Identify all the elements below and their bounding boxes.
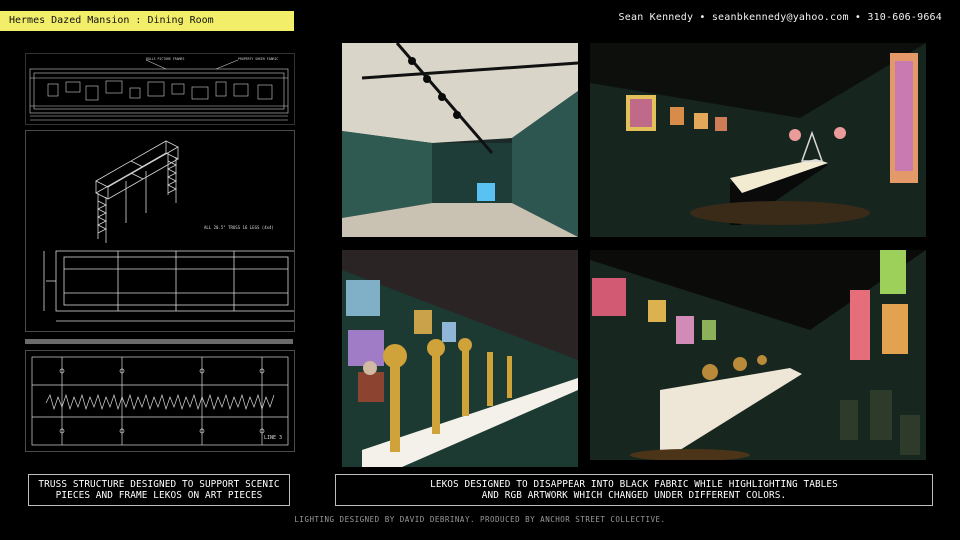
drawing-truss-structure: ALL 20.5" TRUSS 16 LEGS (4x4) <box>25 130 295 332</box>
caption-lekos-line-2: AND RGB ARTWORK WHICH CHANGED UNDER DIFF… <box>481 490 787 501</box>
contact-info: Sean Kennedy • seanbkennedy@yahoo.com • … <box>618 12 942 23</box>
caption-truss-line-2: PIECES AND FRAME LEKOS ON ART PIECES <box>55 490 263 501</box>
caption-lekos-line-1: LEKOS DESIGNED TO DISAPPEAR INTO BLACK F… <box>430 478 838 490</box>
photo-dining-room-lit-table <box>590 43 926 237</box>
truss-note: ALL 20.5" TRUSS 16 LEGS (4x4) <box>204 225 274 230</box>
credits-footer: LIGHTING DESIGNED BY DAVID DEBRINAY. PRO… <box>294 515 666 524</box>
caption-truss-line-1: TRUSS STRUCTURE DESIGNED TO SUPPORT SCEN… <box>38 478 280 490</box>
section-divider <box>25 339 293 344</box>
lighting-label: LINE 3 <box>264 435 282 441</box>
drawing-plan-elevation: DOLLS PICTURE FRAMES PROPERTY SHEER FABR… <box>25 53 295 125</box>
photo-rendering-candelabra <box>342 250 578 467</box>
page-title: Hermes Dazed Mansion : Dining Room <box>0 11 294 31</box>
caption-lekos: LEKOS DESIGNED TO DISAPPEAR INTO BLACK F… <box>335 474 933 506</box>
callout-b: PROPERTY SHEER FABRIC <box>238 57 278 61</box>
caption-truss: TRUSS STRUCTURE DESIGNED TO SUPPORT SCEN… <box>28 474 290 506</box>
drawing-lighting-plot: LINE 3 <box>25 350 295 452</box>
photo-event-tables <box>590 250 926 460</box>
screen-glow <box>477 183 495 201</box>
photo-empty-hall <box>342 43 578 237</box>
callout-a: DOLLS PICTURE FRAMES <box>146 57 184 61</box>
